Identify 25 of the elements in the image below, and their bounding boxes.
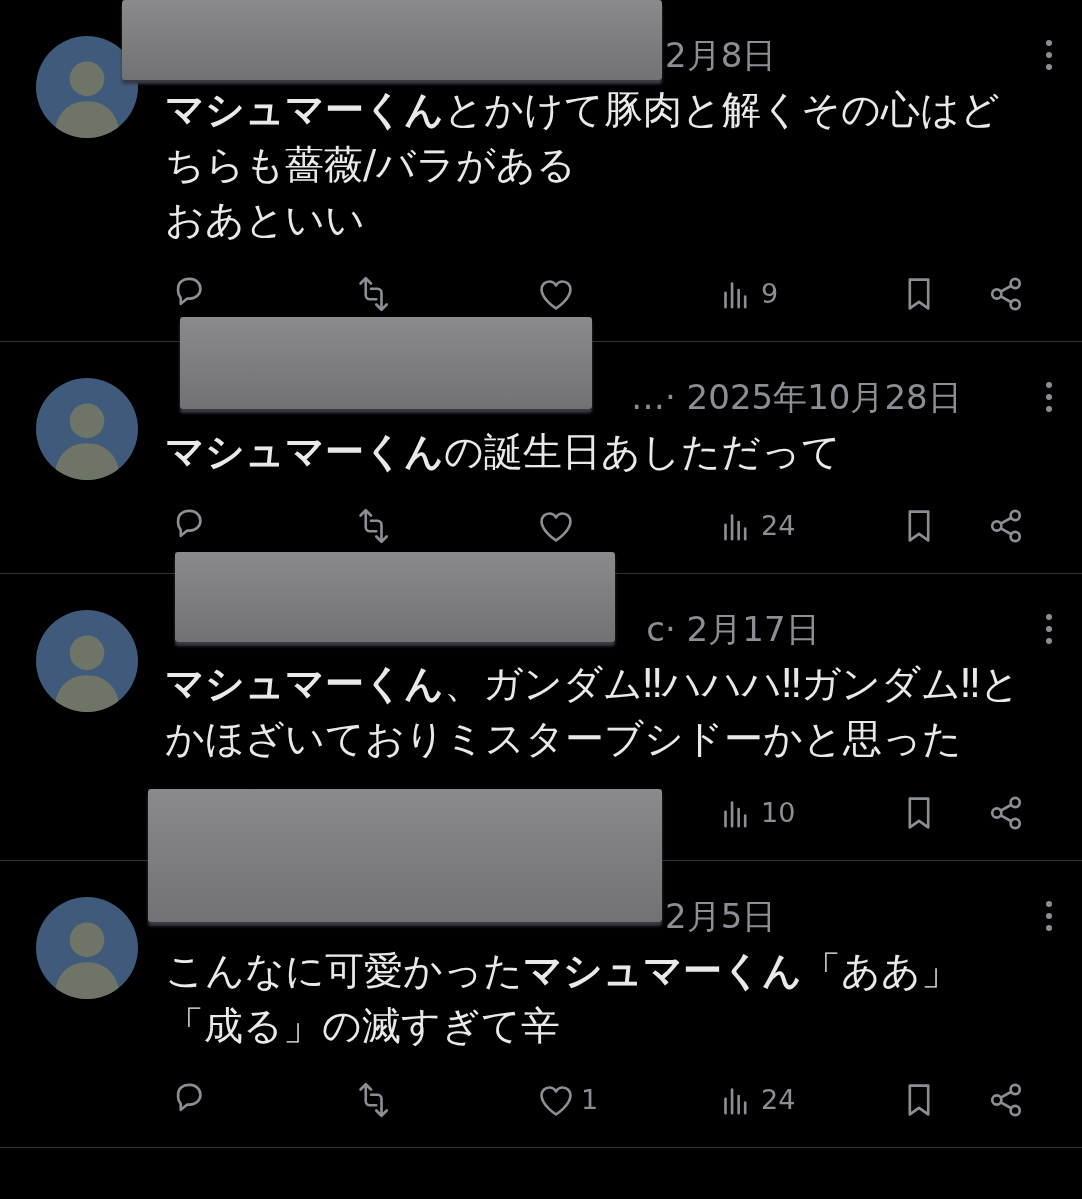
post-time: 2月8日 (665, 33, 777, 77)
post-text: マシュマーくんの誕生日あしただって (165, 428, 842, 476)
post-text: こんなに可愛かったマシュマーくん「ああ」「成る」の滅すぎて辛 (165, 947, 961, 1050)
post-time: 2月5日 (665, 894, 777, 938)
count-label: 10 (761, 795, 796, 830)
post-text: おあといい (165, 196, 366, 244)
count-label: 24 (761, 508, 796, 543)
post-text: マシュマーくんとかけて豚肉と解くその心はどちらも薔薇/バラがある (165, 86, 1001, 189)
more-menu-icon[interactable] (1044, 612, 1054, 646)
more-menu-icon[interactable] (1044, 899, 1054, 933)
more-menu-icon[interactable] (1044, 380, 1054, 414)
like-action[interactable]: 1 (535, 1079, 715, 1121)
post-text: マシュマーくん、ガンダム‼ハハハ‼ガンダム‼とかほざいておりミスターブシドーかと思った (165, 660, 1021, 763)
post-time: · 2025年10月28日 (665, 375, 962, 419)
views-action[interactable]: 24 (715, 1079, 898, 1121)
views-action[interactable]: 9 (715, 273, 898, 315)
count-label: 9 (761, 276, 779, 311)
views-action[interactable]: 10 (715, 792, 898, 834)
user-handle: c (646, 607, 665, 651)
more-menu-icon[interactable] (1044, 38, 1054, 72)
post-time: · 2月17日 (665, 607, 820, 651)
user-handle: … (631, 375, 665, 419)
count-label: 24 (761, 1082, 796, 1117)
views-action[interactable]: 24 (715, 505, 898, 547)
count-label: 1 (581, 1082, 599, 1117)
